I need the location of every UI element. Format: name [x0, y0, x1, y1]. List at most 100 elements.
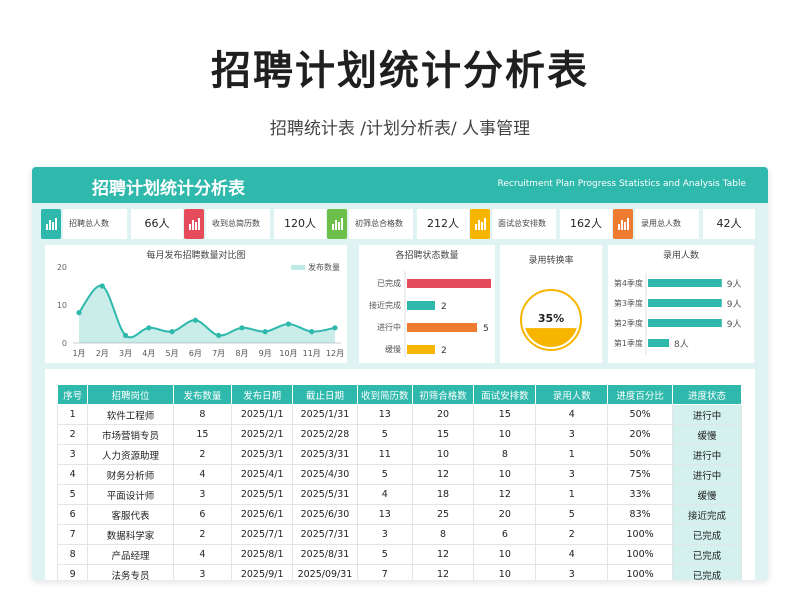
table-cell: 4: [535, 404, 609, 425]
column-header: 序号: [56, 384, 89, 405]
data-point: [216, 332, 222, 338]
table-cell: 10: [473, 544, 537, 565]
status-bar: [407, 301, 435, 310]
hire-bar: [648, 279, 722, 287]
data-point: [122, 332, 129, 338]
table-cell: 已完成: [672, 524, 742, 545]
table-cell: 2025/1/1: [231, 404, 294, 425]
kpi-card: 面试总安排数 162人: [470, 209, 612, 239]
y-tick-label: 10: [57, 301, 67, 310]
hire-bar: [648, 319, 722, 327]
x-tick-label: 6月: [189, 349, 202, 358]
table-cell: 2025/5/31: [292, 484, 358, 505]
table-cell: 3: [356, 524, 413, 545]
table-cell: 产品经理: [87, 544, 174, 565]
kpi-label: 初筛总合格数: [349, 209, 413, 239]
gauge-value-label: 35%: [538, 312, 564, 325]
table-cell: 11: [356, 444, 413, 465]
report-sheet: 招聘计划统计分析表 Recruitment Plan Progress Stat…: [32, 167, 768, 580]
table-cell: 2: [56, 424, 89, 445]
table-cell: 财务分析师: [87, 464, 174, 485]
table-cell: 20%: [607, 424, 674, 445]
column-header: 录用人数: [535, 384, 609, 405]
legend-label: 发布数量: [308, 262, 340, 272]
x-tick-label: 7月: [212, 349, 225, 358]
table-cell: 4: [356, 484, 413, 505]
category-label: 第4季度: [614, 278, 643, 288]
table-cell: 2025/7/31: [292, 524, 358, 545]
x-tick-label: 9月: [259, 349, 272, 358]
status-bar-chart: 已完成6接近完成2进行中5缓慢2: [369, 271, 503, 357]
legend-swatch: [291, 265, 305, 270]
column-header: 初筛合格数: [411, 384, 475, 405]
table-row: 8 产品经理 4 2025/8/1 2025/8/31 5 12 10 4 100% 已完成: [56, 544, 742, 565]
table-cell: 8: [411, 524, 475, 545]
table-cell: 9: [56, 564, 89, 580]
table-row: 3 人力资源助理 2 2025/3/1 2025/3/31 11 10 8 1 50% 进行中: [56, 444, 742, 465]
page-subtitle: 招聘统计表 /计划分析表/ 人事管理: [269, 119, 531, 139]
kpi-value: 120人: [274, 209, 326, 239]
bar-chart-icon: [613, 209, 633, 239]
data-point: [239, 325, 245, 331]
table-cell: 3: [172, 564, 233, 580]
x-tick-label: 3月: [119, 349, 132, 358]
table-cell: 15: [411, 424, 475, 445]
table-cell: 5: [56, 484, 89, 505]
category-label: 第2季度: [614, 318, 643, 328]
table-row: 5 平面设计师 3 2025/5/1 2025/5/31 4 18 12 1 33% 缓慢: [56, 484, 742, 505]
table-cell: 75%: [607, 464, 674, 485]
data-label: 9人: [727, 299, 742, 310]
monthly-area-chart: 0 10 20 1月 2月 3月 4月 5月 6月 7月 8月 9月 10月 11月 12月 发布数量: [57, 262, 344, 358]
conversion-panel: 录用转换率 35%: [500, 245, 602, 363]
x-tick-label: 12月: [326, 349, 344, 358]
table-cell: 5: [535, 504, 609, 525]
table-cell: 已完成: [672, 544, 742, 565]
data-label: 9人: [727, 279, 742, 290]
table-row: 9 法务专员 3 2025/9/1 2025/09/31 7 12 10 3 100% 已完成: [56, 564, 742, 580]
bar-chart-icon: [41, 209, 61, 239]
table-cell: 2025/8/1: [231, 544, 294, 565]
table-cell: 2025/3/31: [292, 444, 358, 465]
recruitment-table: 序号 招聘岗位 发布数量 发布日期 截止日期 收到简历数 初筛合格数 面试安排数 录用人数 进度百…: [56, 384, 742, 580]
table-cell: 20: [473, 504, 537, 525]
table-cell: 平面设计师: [87, 484, 174, 505]
table-cell: 进行中: [672, 444, 742, 465]
table-cell: 10: [473, 564, 537, 580]
table-header-row: 序号 招聘岗位 发布数量 发布日期 截止日期 收到简历数 初筛合格数 面试安排数 录用人数 进度百…: [56, 384, 742, 405]
table-cell: 2: [172, 444, 233, 465]
table-cell: 3: [535, 564, 609, 580]
status-bar: [407, 323, 477, 332]
bar-chart-icon: [470, 209, 490, 239]
table-cell: 8: [56, 544, 89, 565]
bar-chart-icon: [327, 209, 347, 239]
table-cell: 13: [356, 504, 413, 525]
table-cell: 3: [56, 444, 89, 465]
table-cell: 5: [356, 544, 413, 565]
category-label: 第1季度: [614, 338, 643, 348]
data-point: [332, 325, 338, 331]
table-row: 1 软件工程师 8 2025/1/1 2025/1/31 13 20 15 4 50% 进行中: [56, 404, 742, 425]
column-header: 截止日期: [292, 384, 358, 405]
banner-title: 招聘计划统计分析表: [92, 179, 245, 199]
table-cell: 缓慢: [672, 484, 742, 505]
data-point: [192, 317, 198, 323]
monthly-chart-panel: 每月发布招聘数量对比图 0 10 20 1月 2月 3月 4月 5月 6月 7月 8月 9月 10月 11…: [45, 245, 347, 363]
kpi-card: 录用总人数 42人: [613, 209, 755, 239]
table-cell: 7: [56, 524, 89, 545]
data-point: [262, 329, 268, 335]
table-cell: 8: [172, 404, 233, 425]
table-cell: 5: [356, 464, 413, 485]
table-cell: 3: [535, 464, 609, 485]
data-label: 8人: [674, 339, 689, 350]
data-label: 5: [483, 324, 489, 334]
kpi-card: 初筛总合格数 212人: [327, 209, 469, 239]
table-cell: 4: [172, 464, 233, 485]
table-cell: 100%: [607, 544, 674, 565]
x-tick-label: 2月: [96, 349, 109, 358]
hire-bar: [648, 339, 669, 347]
data-point: [76, 310, 82, 316]
table-row: 2 市场营销专员 15 2025/2/1 2025/2/28 5 15 10 3 20% 缓慢: [56, 424, 742, 445]
table-cell: 100%: [607, 524, 674, 545]
hires-chart-panel: 录用人数 第4季度 9人 第3季度 9人 第2季度 9人 第1季度 8人: [608, 245, 754, 363]
table-cell: 人力资源助理: [87, 444, 174, 465]
